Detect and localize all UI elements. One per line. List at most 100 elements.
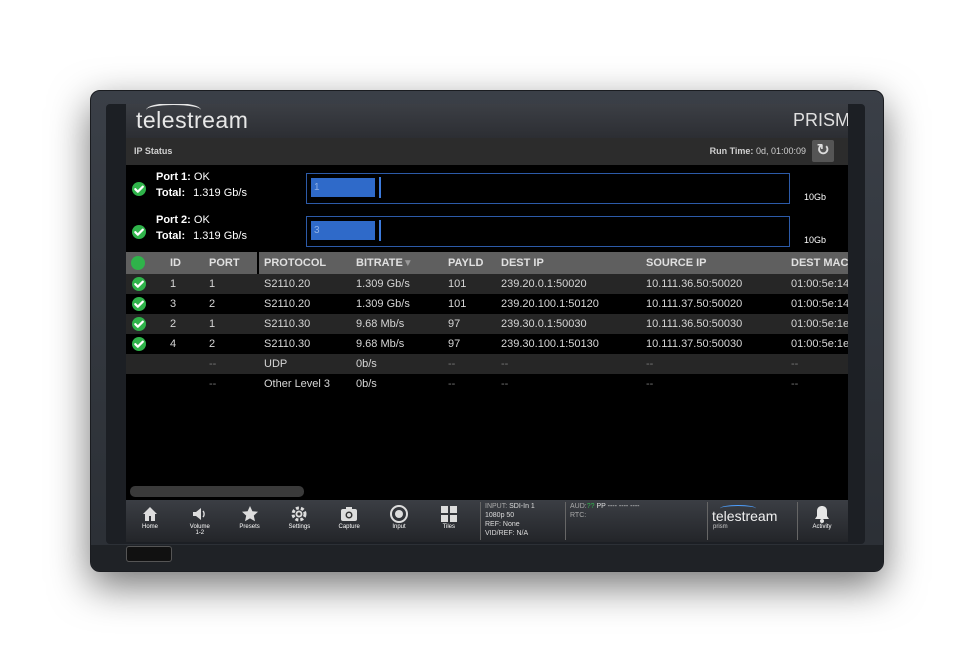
horizontal-scrollbar[interactable]: [130, 486, 304, 497]
cell-dest-ip: --: [501, 378, 509, 390]
sort-down-icon: ▼: [402, 258, 413, 269]
divider: [565, 502, 566, 540]
nav-presets-button[interactable]: Presets: [228, 504, 272, 530]
nav-label: Tiles: [442, 524, 456, 530]
cell-bitrate: 0b/s: [356, 358, 377, 370]
cell-protocol: S2110.20: [264, 278, 311, 290]
page-title: IP Status: [134, 146, 173, 156]
ok-check-icon: [132, 182, 146, 196]
table-row[interactable]: -- UDP 0b/s -- -- -- --: [126, 354, 848, 374]
speaker-icon: [192, 508, 205, 520]
port-total-line: Total: 1.319 Gb/s: [156, 187, 247, 199]
port-total-value: 1.319 Gb/s: [193, 230, 247, 242]
col-dest-ip[interactable]: DEST IP: [501, 257, 544, 269]
cell-dest-mac: --: [791, 358, 799, 370]
input-info[interactable]: INPUT: SDI-In 1 1080p 50 REF: None VID/R…: [485, 502, 535, 538]
col-source-ip[interactable]: SOURCE IP: [646, 257, 707, 269]
nav-label: Home: [141, 524, 158, 530]
ok-check-icon: [132, 337, 146, 351]
port-status: OK: [193, 171, 210, 183]
input-label: INPUT:: [485, 503, 508, 510]
ok-check-icon: [132, 317, 146, 331]
column-divider[interactable]: [257, 252, 259, 274]
cell-payld: --: [448, 378, 456, 390]
col-dest-mac[interactable]: DEST MAC: [791, 257, 848, 269]
cell-port: 1: [209, 318, 216, 330]
device-bottom-edge: [91, 545, 883, 571]
nav-settings-button[interactable]: Settings: [277, 504, 321, 530]
bell-icon: [815, 506, 829, 523]
cell-protocol: Other Level 3: [264, 378, 331, 390]
col-payld[interactable]: PAYLD: [448, 257, 483, 269]
cell-bitrate: 9.68 Mb/s: [356, 318, 405, 330]
cell-source-ip: --: [646, 378, 654, 390]
port-total-value: 1.319 Gb/s: [193, 187, 247, 199]
port-label: Port 1:: [156, 171, 191, 183]
input-icon: [390, 505, 408, 523]
bar-scale-label: 10Gb: [804, 192, 827, 202]
nav-home-button[interactable]: Home: [128, 504, 172, 530]
input-value: SDI-In 1: [509, 503, 535, 510]
cell-bitrate: 1.309 Gb/s: [356, 298, 410, 310]
port-summary: Port 1: OK Total: 1.319 Gb/s 1 10Gb: [126, 167, 848, 207]
audio-info[interactable]: AUD:?? PP ---- ---- ---- RTC:: [570, 502, 640, 520]
divider: [480, 502, 481, 540]
cell-id: 2: [170, 318, 177, 330]
footer-logo: telestream: [712, 508, 778, 524]
port-summary: Port 2: OK Total: 1.319 Gb/s 3 10Gb: [126, 210, 848, 250]
cell-dest-mac: --: [791, 378, 799, 390]
nav-tiles-button[interactable]: Tiles: [427, 504, 471, 530]
activity-button[interactable]: Activity: [800, 504, 844, 530]
divider: [797, 502, 798, 540]
nav-label: Presets: [239, 524, 260, 530]
nav-input-button[interactable]: Input: [377, 504, 421, 530]
nav-label: Input: [392, 524, 406, 530]
table-row[interactable]: -- Other Level 3 0b/s -- -- -- --: [126, 374, 848, 394]
table-body: 1 1 S2110.20 1.309 Gb/s 101 239.20.0.1:50020 1…: [126, 274, 848, 394]
cell-payld: 97: [448, 338, 461, 350]
power-button[interactable]: [126, 546, 172, 562]
cell-source-ip: 10.111.37.50:50020: [646, 298, 743, 310]
cell-port: 2: [209, 338, 216, 350]
table-row[interactable]: 1 1 S2110.20 1.309 Gb/s 101 239.20.0.1:50020 1…: [126, 274, 848, 294]
cell-dest-ip: 239.30.100.1:50130: [501, 338, 599, 350]
refresh-icon[interactable]: ↻: [812, 140, 834, 162]
nav-label: Capture: [338, 524, 360, 530]
bar-marker: [379, 220, 381, 241]
col-port[interactable]: PORT: [209, 257, 240, 269]
cell-bitrate: 0b/s: [356, 378, 377, 390]
product-name: PRISM: [792, 110, 848, 130]
col-id[interactable]: ID: [170, 257, 181, 269]
brand-bar: telestream PRISM: [126, 104, 848, 138]
activity-label: Activity: [812, 524, 832, 530]
nav-volume-button[interactable]: Volume 1-2: [178, 504, 222, 536]
table-row[interactable]: 4 2 S2110.30 9.68 Mb/s 97 239.30.100.1:50130 1…: [126, 334, 848, 354]
footer-product: prism: [713, 524, 728, 530]
cell-protocol: S2110.30: [264, 318, 311, 330]
col-protocol[interactable]: PROTOCOL: [264, 257, 326, 269]
cell-dest-mac: 01:00:5e:1e: [791, 318, 848, 330]
bar-marker: [379, 177, 381, 198]
col-bitrate-label: BITRATE: [356, 257, 403, 269]
rtc-label: RTC:: [570, 512, 587, 519]
cell-protocol: S2110.20: [264, 298, 311, 310]
nav-capture-button[interactable]: Capture: [327, 504, 371, 530]
cell-source-ip: 10.111.36.50:50030: [646, 318, 743, 330]
nav-label: Settings: [288, 524, 311, 530]
bar-fill: 3: [311, 221, 375, 240]
table-row[interactable]: 3 2 S2110.20 1.309 Gb/s 101 239.20.100.1:5012…: [126, 294, 848, 314]
cell-protocol: S2110.30: [264, 338, 311, 350]
col-bitrate[interactable]: BITRATE▼: [356, 257, 413, 269]
cell-port: 2: [209, 298, 216, 310]
tiles-icon: [440, 506, 457, 522]
table-row[interactable]: 2 1 S2110.30 9.68 Mb/s 97 239.30.0.1:50030 10.…: [126, 314, 848, 334]
cell-source-ip: 10.111.36.50:50020: [646, 278, 743, 290]
cell-bitrate: 9.68 Mb/s: [356, 338, 405, 350]
screen: telestream PRISM IP Status Run Time: 0d,…: [126, 104, 848, 542]
cell-id: 4: [170, 338, 177, 350]
cell-protocol: UDP: [264, 358, 288, 370]
port-status-line: Port 1: OK: [156, 171, 210, 183]
divider: [707, 502, 708, 540]
status-dot-icon: [131, 256, 145, 270]
ok-check-icon: [132, 297, 146, 311]
